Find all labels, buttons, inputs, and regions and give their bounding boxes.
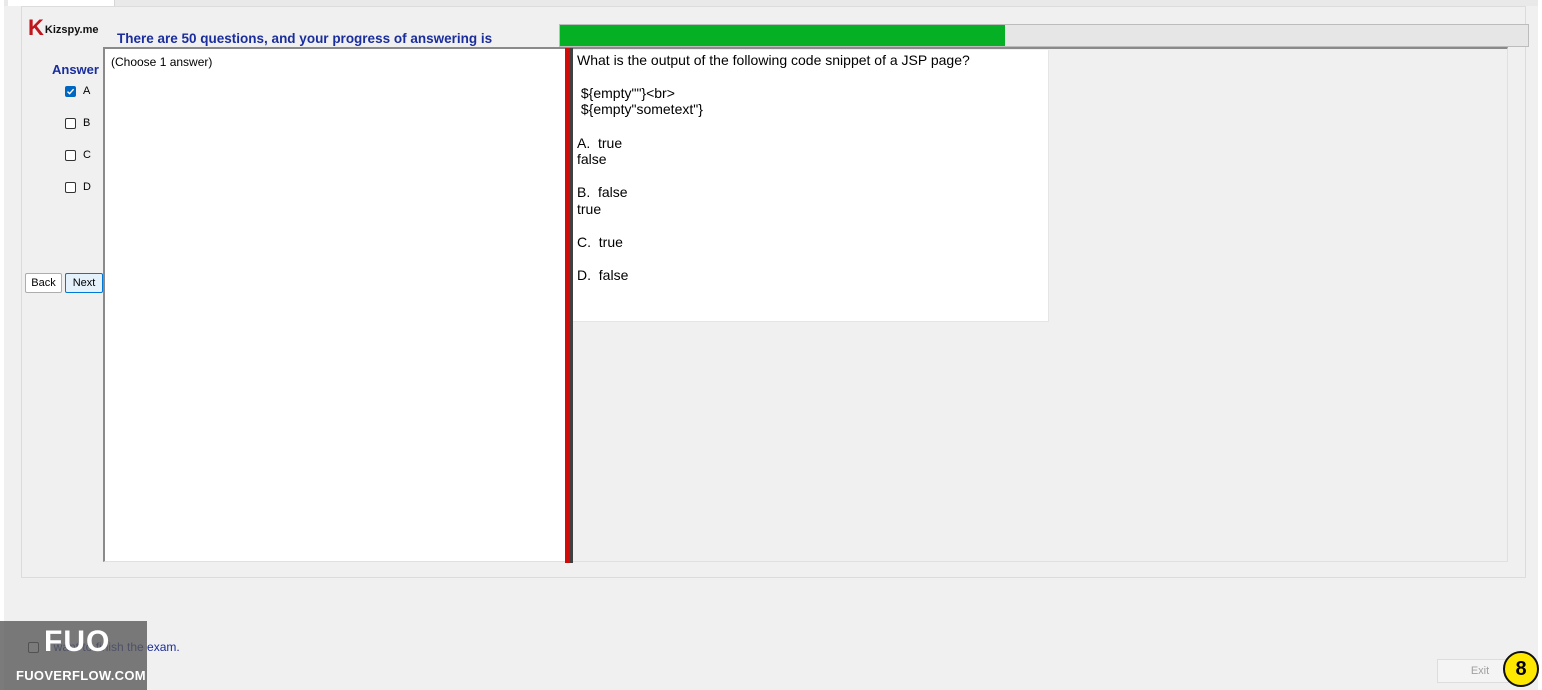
option-d-label: D: [83, 181, 91, 193]
choose-instruction: (Choose 1 answer): [111, 55, 213, 69]
watermark-text: FUOVERFLOW.COM: [16, 668, 146, 683]
choice-b-line-2: true: [577, 201, 602, 217]
exam-window: K Kizspy.me There are 50 questions, and …: [4, 0, 1539, 690]
choice-a-line-2: false: [577, 151, 607, 167]
choice-c-line: C. true: [577, 234, 623, 250]
choice-a-line-1: A. true: [577, 135, 623, 151]
logo-name: Kizspy.me: [44, 24, 99, 36]
back-button[interactable]: Back: [25, 273, 62, 293]
option-d[interactable]: D: [65, 181, 91, 193]
option-c[interactable]: C: [65, 149, 91, 161]
choice-b-line-1: B. false: [577, 184, 628, 200]
logo-k-icon: K: [28, 15, 44, 40]
step-number-badge: 8: [1503, 651, 1539, 687]
progress-bar: [559, 24, 1529, 47]
watermark: FUO FUOVERFLOW.COM: [0, 621, 147, 690]
option-b-label: B: [83, 117, 91, 129]
progress-label: There are 50 questions, and your progres…: [117, 31, 493, 46]
question-text: What is the output of the following code…: [577, 52, 970, 68]
app-logo: K Kizspy.me: [28, 17, 98, 39]
watermark-logo: FUO: [44, 625, 111, 658]
option-a-checkbox[interactable]: [65, 85, 76, 97]
choice-d-line: D. false: [577, 267, 629, 283]
option-d-checkbox[interactable]: [65, 181, 76, 193]
option-a[interactable]: A: [65, 85, 90, 97]
option-b-checkbox[interactable]: [65, 117, 76, 129]
option-a-label: A: [83, 85, 91, 97]
code-line-2: ${empty"sometext"}: [577, 101, 703, 117]
option-c-checkbox[interactable]: [65, 149, 76, 161]
choose-pane: (Choose 1 answer): [105, 49, 565, 561]
option-c-label: C: [83, 149, 91, 161]
code-line-1: ${empty""}<br>: [577, 85, 675, 101]
option-b[interactable]: B: [65, 117, 90, 129]
next-button[interactable]: Next: [65, 273, 103, 293]
question-pane: What is the output of the following code…: [573, 50, 1049, 322]
answer-heading: Answer: [52, 62, 99, 77]
progress-bar-fill: [560, 25, 1006, 46]
